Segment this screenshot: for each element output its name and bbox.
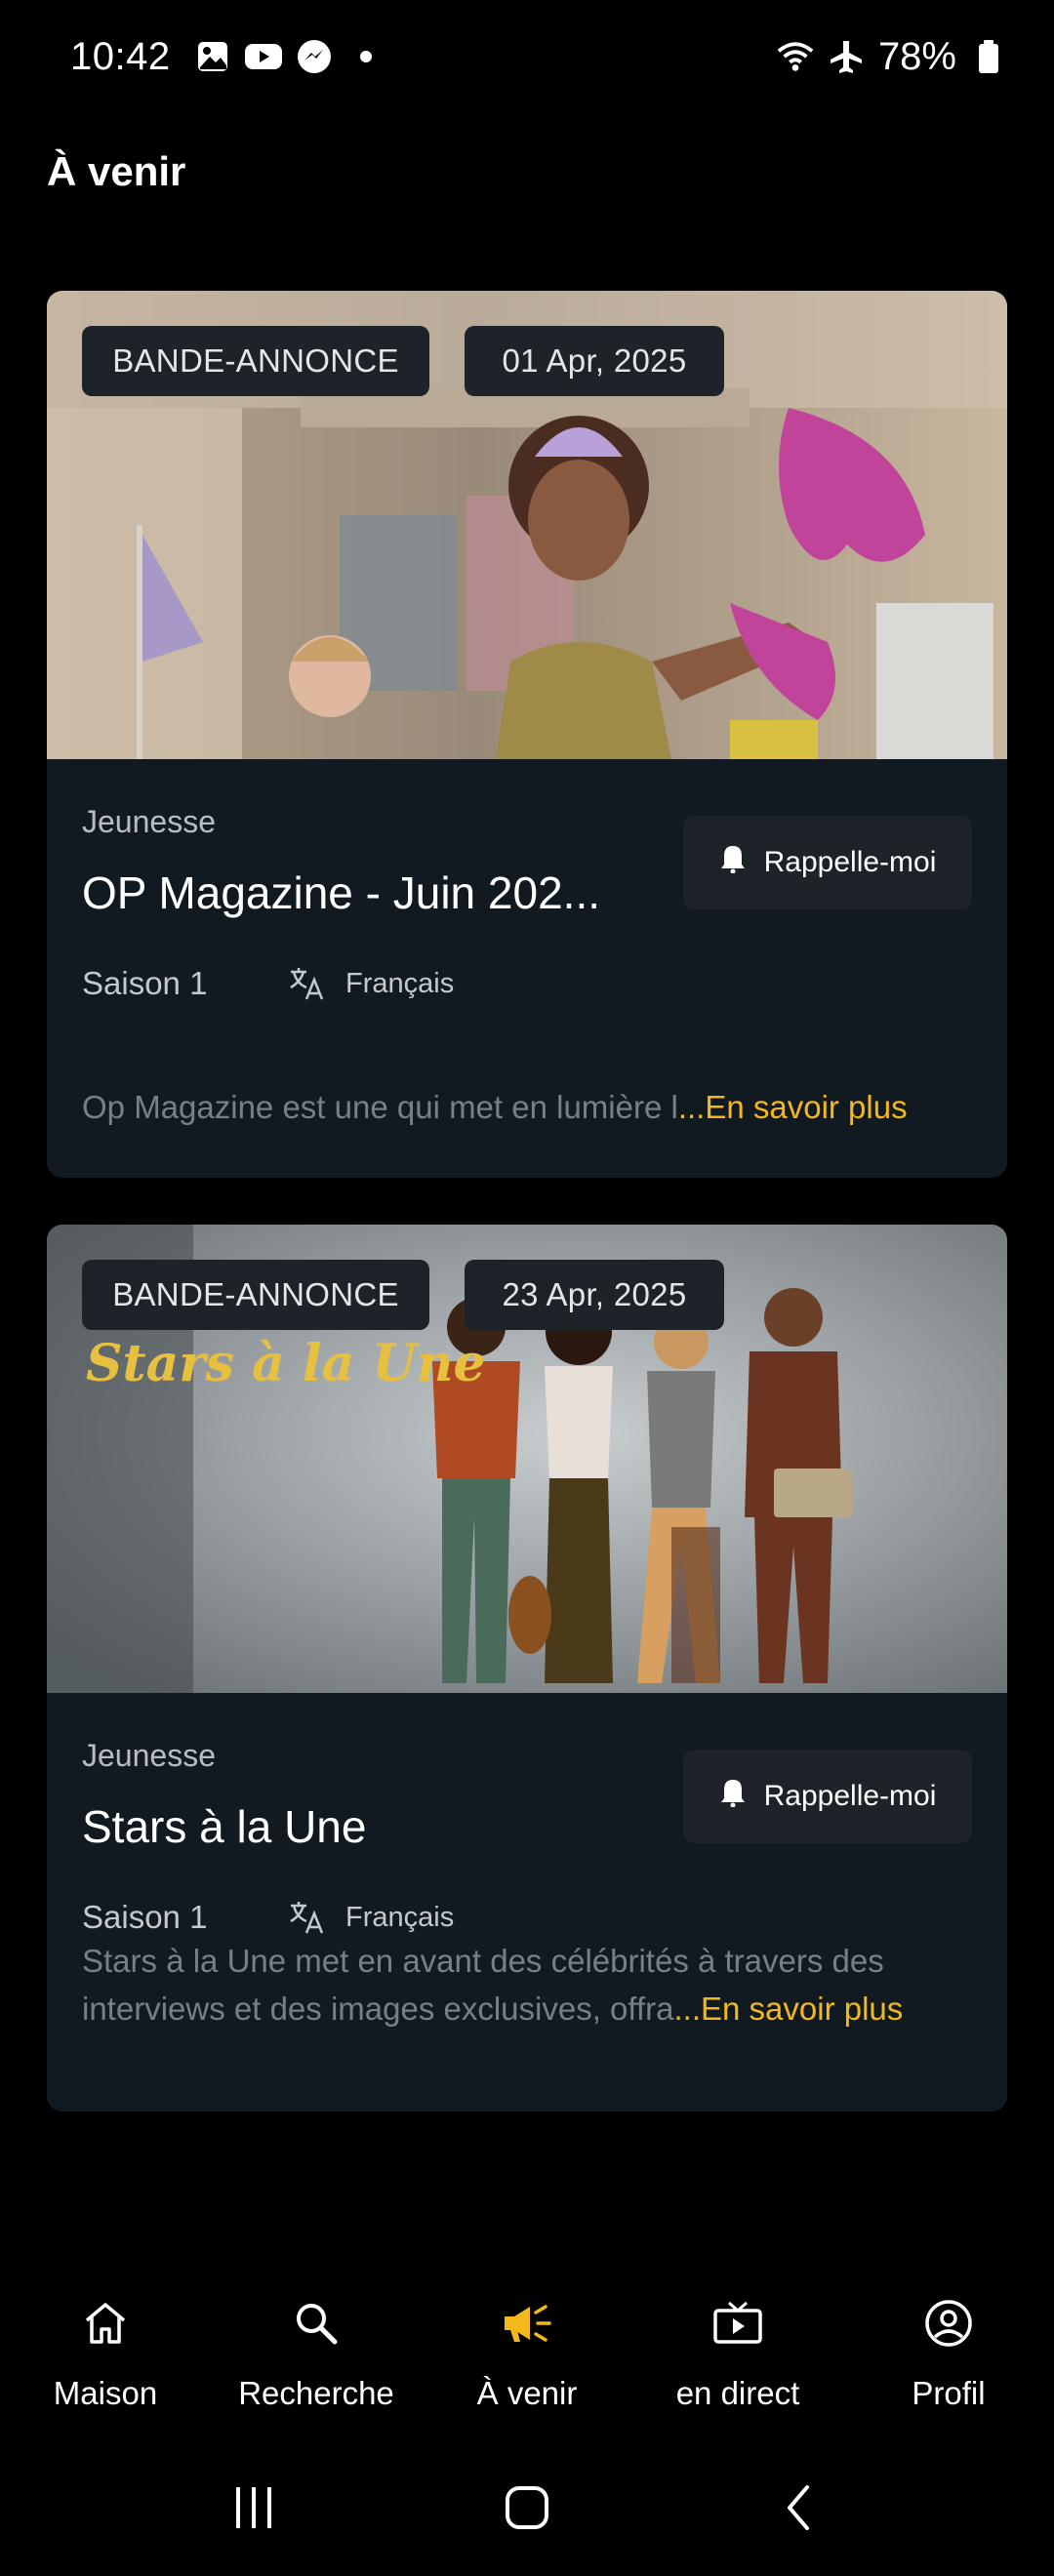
meta-row: Saison 1 Français <box>82 964 454 1003</box>
svg-text:Stars à la Une: Stars à la Une <box>86 1334 486 1393</box>
profile-icon <box>922 2297 975 2350</box>
bell-icon <box>719 844 747 881</box>
card-genre: Jeunesse <box>82 804 216 839</box>
messenger-icon <box>296 38 333 75</box>
nav-item-home[interactable]: Maison <box>0 2262 211 2447</box>
translate-icon <box>287 964 326 1003</box>
wifi-icon <box>777 38 814 75</box>
card-title[interactable]: OP Magazine - Juin 202... <box>82 866 628 919</box>
language-label: Français <box>345 967 455 999</box>
remind-me-label: Rappelle-moi <box>763 846 937 878</box>
translate-icon <box>287 1898 326 1937</box>
card-thumbnail[interactable]: Stars à la Une BANDE-ANNONCE 23 Apr, 202… <box>47 1225 1007 1693</box>
back-button[interactable] <box>771 2478 830 2537</box>
season-label: Saison 1 <box>82 1899 208 1935</box>
status-bar: 10:42 78% <box>0 0 1054 113</box>
recents-button[interactable] <box>224 2478 283 2537</box>
gallery-icon <box>194 38 231 75</box>
upcoming-screen: 10:42 78% À venir BANDE-ANNONCE 01 Apr, … <box>0 0 1054 2576</box>
language-label: Français <box>345 1901 455 1933</box>
card-title[interactable]: Stars à la Une <box>82 1800 628 1853</box>
card-body: Jeunesse Stars à la Une Rappelle-moi Sai… <box>47 1693 1007 2112</box>
card-genre: Jeunesse <box>82 1738 216 1773</box>
remind-me-label: Rappelle-moi <box>763 1780 937 1812</box>
read-more-link[interactable]: ...En savoir plus <box>674 1991 904 2027</box>
home-icon <box>79 2297 132 2350</box>
home-button[interactable] <box>498 2478 556 2537</box>
bottom-navigation: Maison Recherche À venir en direct Profi… <box>0 2262 1054 2447</box>
card-description: Op Magazine est une qui met en lumière l… <box>82 1083 980 1131</box>
megaphone-icon <box>501 2297 553 2350</box>
battery-icon <box>970 38 1007 75</box>
nav-item-live[interactable]: en direct <box>632 2262 843 2447</box>
card-thumbnail[interactable]: BANDE-ANNONCE 01 Apr, 2025 <box>47 291 1007 759</box>
status-right: 78% <box>777 35 1007 79</box>
nav-item-profile[interactable]: Profil <box>843 2262 1054 2447</box>
system-navigation <box>0 2459 1054 2556</box>
notification-dot <box>359 51 372 62</box>
airplane-icon <box>828 38 865 75</box>
upcoming-card[interactable]: BANDE-ANNONCE 01 Apr, 2025 Jeunesse OP M… <box>47 291 1007 1178</box>
bell-icon <box>719 1778 747 1815</box>
season-label: Saison 1 <box>82 965 208 1001</box>
nav-label: À venir <box>476 2375 578 2411</box>
nav-label: en direct <box>675 2375 800 2411</box>
remind-me-button[interactable]: Rappelle-moi <box>683 1750 972 1843</box>
remind-me-button[interactable]: Rappelle-moi <box>683 816 972 909</box>
nav-item-search[interactable]: Recherche <box>211 2262 422 2447</box>
nav-item-upcoming[interactable]: À venir <box>422 2262 632 2447</box>
search-icon <box>290 2297 343 2350</box>
release-date-badge: 01 Apr, 2025 <box>465 326 724 396</box>
nav-label: Maison <box>53 2375 158 2411</box>
status-time: 10:42 <box>70 34 171 78</box>
trailer-badge: BANDE-ANNONCE <box>82 326 429 396</box>
battery-level: 78% <box>877 34 956 78</box>
meta-row: Saison 1 Français <box>82 1898 454 1937</box>
trailer-badge: BANDE-ANNONCE <box>82 1260 429 1330</box>
read-more-link[interactable]: ...En savoir plus <box>678 1089 908 1125</box>
page-title: À venir <box>47 148 186 194</box>
card-body: Jeunesse OP Magazine - Juin 202... Rappe… <box>47 759 1007 1178</box>
status-left: 10:42 <box>70 35 372 79</box>
live-tv-icon <box>711 2297 764 2350</box>
card-description: Stars à la Une met en avant des célébrit… <box>82 1937 980 2033</box>
description-text: Op Magazine est une qui met en lumière l <box>82 1089 678 1125</box>
release-date-badge: 23 Apr, 2025 <box>465 1260 724 1330</box>
nav-label: Recherche <box>238 2375 394 2411</box>
upcoming-card[interactable]: Stars à la Une BANDE-ANNONCE 23 Apr, 202… <box>47 1225 1007 2112</box>
youtube-icon <box>244 38 282 75</box>
nav-label: Profil <box>912 2375 986 2411</box>
